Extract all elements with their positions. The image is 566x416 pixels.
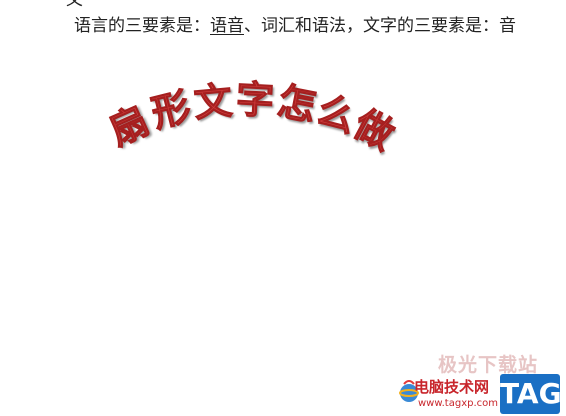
watermark-site-name: 电脑技术网 [414, 378, 490, 396]
tag-logo: TAG [500, 374, 562, 414]
watermark-top-text: 极光下载站 [438, 354, 539, 376]
wordart-char: 怎 [274, 78, 321, 130]
fan-shaped-wordart[interactable]: 扇 形 文 字 怎 么 做 [100, 70, 401, 160]
wordart-char: 形 [147, 84, 196, 137]
wordart-char: 文 [192, 78, 235, 126]
site-watermark: 极光下载站 电脑技术网 www.tagxp.com TAG [392, 350, 566, 416]
previous-line-fragment: 义 [66, 0, 83, 10]
text-segment: 语言的三要素是： [74, 16, 210, 36]
wordart-char: 扇 [102, 98, 156, 155]
document-text-line[interactable]: 语言的三要素是：语音、词汇和语法，文字的三要素是：音 [74, 14, 516, 38]
wordart-char: 字 [234, 77, 276, 124]
tag-logo-text: TAG [500, 377, 562, 410]
text-segment: 、词汇和语法，文字的三要素是：音 [244, 16, 516, 36]
underlined-text: 语音 [210, 16, 244, 36]
document-page: 义 语言的三要素是：语音、词汇和语法，文字的三要素是：音 扇 形 文 字 怎 么… [0, 0, 566, 416]
watermark-url: www.tagxp.com [418, 398, 498, 409]
